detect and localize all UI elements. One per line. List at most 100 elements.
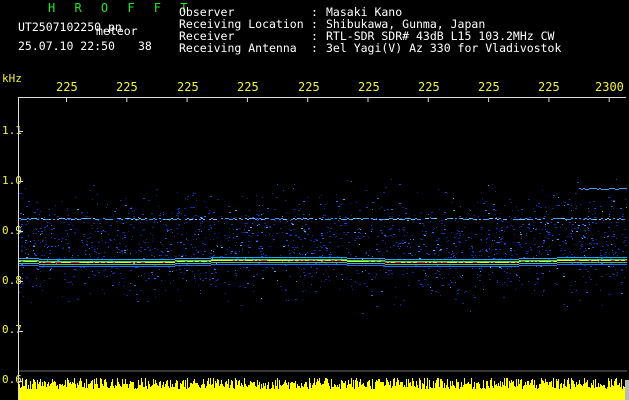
signal-bar (578, 384, 579, 400)
secondary-trace-pixel (417, 219, 419, 220)
main-trace-pixel (405, 266, 407, 267)
signal-bar (259, 382, 260, 400)
secondary-trace-pixel (567, 219, 569, 220)
signal-bar (119, 384, 120, 400)
noise-pixel (488, 213, 490, 214)
signal-bar (92, 380, 93, 400)
signal-bar (423, 384, 424, 400)
noise-pixel (178, 216, 179, 217)
signal-bar (152, 385, 153, 400)
noise-pixel (214, 276, 215, 277)
main-trace-pixel (89, 264, 91, 265)
noise-pixel (311, 284, 312, 285)
noise-pixel (311, 266, 312, 267)
noise-pixel (547, 252, 548, 253)
signal-bar (294, 383, 295, 400)
signal-bar (127, 384, 128, 400)
main-trace-pixel (443, 264, 445, 265)
signal-bar (420, 380, 421, 400)
secondary-trace-pixel (485, 219, 487, 220)
noise-pixel (488, 185, 489, 186)
noise-pixel (20, 287, 22, 288)
main-trace-pixel (199, 261, 201, 262)
secondary-trace-pixel (615, 189, 617, 190)
main-trace-pixel (207, 261, 209, 262)
main-trace-pixel (377, 260, 379, 261)
main-trace-pixel (335, 264, 337, 265)
main-trace-pixel (127, 262, 129, 263)
main-trace-pixel (289, 264, 291, 265)
noise-pixel (471, 246, 473, 247)
noise-pixel (337, 246, 339, 247)
secondary-trace-pixel (213, 219, 215, 220)
noise-pixel (253, 285, 254, 286)
main-trace-pixel (73, 264, 75, 265)
main-trace-pixel (21, 258, 23, 259)
scrollbar-handle[interactable] (625, 380, 629, 400)
noise-pixel (154, 221, 155, 222)
main-trace-pixel (451, 259, 453, 260)
antenna-value: 3el Yagi(V) Az 330 for Vladivostok (326, 41, 562, 55)
main-trace-pixel (357, 261, 359, 262)
main-trace-pixel (457, 262, 459, 263)
noise-pixel (541, 273, 543, 274)
noise-pixel (375, 277, 376, 278)
main-trace-pixel (393, 261, 395, 262)
secondary-trace-pixel (283, 219, 285, 220)
signal-bar (456, 379, 457, 400)
main-trace-pixel (181, 263, 183, 264)
noise-pixel (347, 180, 348, 181)
secondary-trace-pixel (535, 218, 537, 219)
main-trace-pixel (605, 257, 607, 258)
main-trace-pixel (359, 265, 361, 266)
main-trace-pixel (223, 257, 225, 258)
main-trace-pixel (471, 262, 473, 263)
noise-pixel (581, 252, 582, 253)
main-trace-pixel (441, 266, 443, 267)
signal-bar (497, 386, 498, 400)
noise-pixel (385, 236, 387, 237)
main-trace-pixel (351, 260, 353, 261)
main-trace-pixel (407, 264, 409, 265)
noise-pixel (186, 280, 187, 281)
main-trace-pixel (541, 265, 543, 266)
noise-pixel (165, 290, 166, 291)
noise-pixel (489, 249, 490, 250)
noise-pixel (437, 265, 438, 266)
noise-pixel (441, 233, 443, 234)
signal-bar (219, 386, 220, 400)
noise-pixel (537, 279, 539, 280)
main-trace-pixel (175, 261, 177, 262)
signal-bar (341, 380, 342, 400)
noise-pixel (479, 275, 481, 276)
main-trace-pixel (95, 264, 97, 265)
main-trace-pixel (455, 262, 457, 263)
noise-pixel (341, 204, 342, 205)
secondary-trace-pixel (613, 188, 615, 189)
noise-pixel (422, 231, 423, 232)
noise-pixel (585, 250, 587, 251)
secondary-trace-pixel (227, 218, 229, 219)
noise-pixel (246, 232, 248, 233)
main-trace-pixel (217, 257, 219, 258)
noise-pixel (425, 273, 426, 274)
noise-pixel (137, 267, 139, 268)
main-trace-pixel (263, 257, 265, 258)
secondary-trace-pixel (373, 219, 375, 220)
noise-pixel (295, 247, 296, 248)
noise-pixel (46, 226, 48, 227)
noise-pixel (319, 256, 320, 257)
main-trace-pixel (263, 264, 265, 265)
noise-pixel (247, 198, 248, 199)
main-trace-pixel (253, 260, 255, 261)
noise-pixel (292, 224, 294, 225)
noise-pixel (626, 207, 627, 208)
main-trace-pixel (509, 264, 511, 265)
noise-pixel (67, 282, 68, 283)
noise-pixel (553, 195, 555, 196)
main-trace-pixel (431, 259, 433, 260)
signal-bar (179, 389, 180, 400)
noise-pixel (303, 272, 305, 273)
noise-pixel (311, 221, 312, 222)
signal-bar (297, 384, 298, 400)
